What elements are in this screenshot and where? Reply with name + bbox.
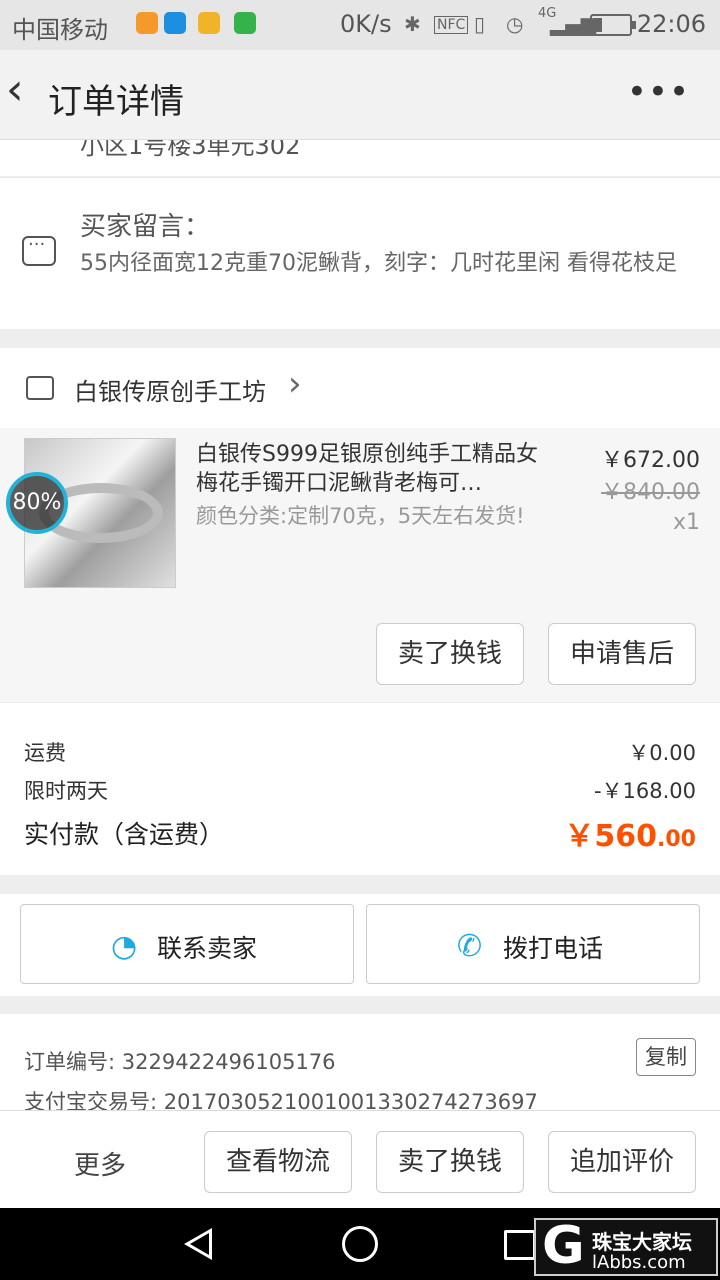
- watermark-name: 珠宝大家坛: [592, 1230, 692, 1254]
- nav-bar: ‹ 订单详情 •••: [0, 50, 720, 140]
- battery-icon: [590, 14, 636, 36]
- more-button[interactable]: 更多: [74, 1145, 126, 1182]
- progress-badge: 80%: [6, 472, 68, 534]
- total-label: 实付款（含运费）: [24, 820, 225, 849]
- product-name[interactable]: 白银传S999足银原创纯手工精品女梅花手镯开口泥鳅背老梅可…: [196, 440, 556, 498]
- aftersale-button[interactable]: 申请售后: [548, 623, 696, 685]
- call-seller-label: 拨打电话: [503, 934, 604, 963]
- alarm-icon: ◷: [506, 12, 524, 36]
- buyer-memo-section: 买家留言： 55内径面宽12克重70泥鳅背，刻字：几时花里闲 看得花枝足: [0, 177, 720, 329]
- product-spec: 颜色分类:定制70克，5天左右发货!: [196, 504, 525, 528]
- shop-icon: [26, 376, 54, 400]
- sell-for-cash-button[interactable]: 卖了换钱: [376, 1131, 524, 1193]
- phone-icon: ✆: [457, 929, 483, 964]
- page-title: 订单详情: [48, 82, 184, 122]
- recents-square-icon[interactable]: [504, 1230, 536, 1260]
- network-speed: 0K/s: [340, 10, 392, 38]
- bottom-action-bar: 更多 查看物流 卖了换钱 追加评价: [0, 1110, 720, 1208]
- back-triangle-icon[interactable]: [184, 1228, 212, 1260]
- more-menu-icon[interactable]: •••: [627, 72, 690, 112]
- view-logistics-button[interactable]: 查看物流: [204, 1131, 352, 1193]
- message-app-icon: [164, 12, 186, 34]
- shipping-value: ￥0.00: [628, 741, 696, 765]
- product-price: ￥672.00: [601, 448, 700, 473]
- nfc-icon: NFC: [434, 16, 469, 34]
- total-value: ￥560.00: [564, 811, 696, 855]
- grid-app-icon: [234, 12, 256, 34]
- chevron-right-icon: ›: [288, 364, 302, 404]
- discount-value: -￥168.00: [593, 779, 696, 803]
- chat-bubble-icon: ◔: [111, 929, 138, 964]
- address-fragment: 小区1号楼3单元302: [0, 140, 720, 176]
- status-bar: 中国移动 0K/s ✱ NFC ▯ ◷ 4G ▂▄▆ 22:06: [0, 0, 720, 50]
- buyer-memo-text: 55内径面宽12克重70泥鳅背，刻字：几时花里闲 看得花枝足: [80, 251, 677, 276]
- back-arrow-icon[interactable]: ‹: [6, 68, 24, 112]
- total-decimal: .00: [657, 827, 696, 852]
- contact-seller-button[interactable]: ◔ 联系卖家: [20, 904, 354, 984]
- message-bubble-icon: [22, 234, 56, 266]
- contact-seller-label: 联系卖家: [157, 934, 258, 963]
- sell-button[interactable]: 卖了换钱: [376, 623, 524, 685]
- call-seller-button[interactable]: ✆ 拨打电话: [366, 904, 700, 984]
- shop-name[interactable]: 白银传原创手工坊: [74, 372, 266, 407]
- order-number: 订单编号: 3229422496105176: [24, 1050, 336, 1074]
- total-integer: ￥560: [564, 819, 658, 854]
- contact-section: ◔ 联系卖家 ✆ 拨打电话: [0, 894, 720, 996]
- vibrate-icon: ▯: [474, 12, 486, 36]
- shop-header[interactable]: 白银传原创手工坊 ›: [0, 348, 720, 428]
- product-quantity: x1: [672, 510, 700, 535]
- health-app-icon: [136, 12, 158, 34]
- buyer-memo-label: 买家留言：: [80, 212, 211, 242]
- forum-watermark-logo: G 珠宝大家坛 lAbbs.com: [534, 1216, 718, 1276]
- carrier-name: 中国移动: [12, 16, 108, 44]
- payment-summary: 运费 ￥0.00 限时两天 -￥168.00 实付款（含运费） ￥560.00: [0, 703, 720, 875]
- shipping-label: 运费: [24, 741, 66, 765]
- discount-label: 限时两天: [24, 779, 108, 803]
- add-review-button[interactable]: 追加评价: [548, 1131, 696, 1193]
- watermark-url: lAbbs.com: [592, 1252, 686, 1273]
- order-info: 订单编号: 3229422496105176 支付宝交易号: 201703052…: [0, 1014, 720, 1114]
- lock-app-icon: [198, 12, 220, 34]
- copy-button[interactable]: 复制: [636, 1038, 696, 1076]
- address-text: 小区1号楼3单元302: [80, 140, 301, 160]
- watermark-letter: G: [542, 1216, 585, 1276]
- product-original-price: ￥840.00: [601, 480, 700, 505]
- clock: 22:06: [636, 10, 706, 38]
- home-circle-icon[interactable]: [342, 1226, 378, 1262]
- product-item[interactable]: 80% 白银传S999足银原创纯手工精品女梅花手镯开口泥鳅背老梅可… 颜色分类:…: [0, 428, 720, 702]
- bluetooth-icon: ✱: [404, 12, 421, 36]
